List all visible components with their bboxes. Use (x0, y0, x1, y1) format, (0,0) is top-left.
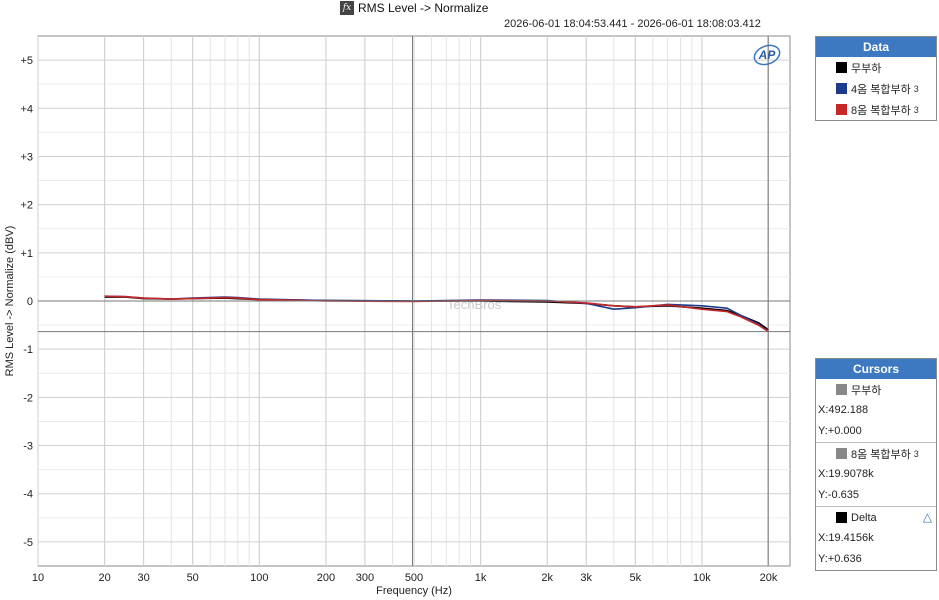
legend-item[interactable]: 무부하 (816, 57, 936, 78)
x-tick-label: 50 (187, 572, 199, 584)
cursor-2-name: 8옴 복합부하 3 (816, 443, 936, 464)
chart-title-bar: fx RMS Level -> Normalize (340, 0, 488, 16)
y-tick-label: +2 (20, 200, 33, 212)
y-tick-label: -1 (23, 344, 33, 356)
legend-swatch (836, 62, 847, 73)
chart-title: RMS Level -> Normalize (358, 1, 489, 15)
y-tick-label: 0 (27, 296, 33, 308)
x-tick-label: 20k (760, 572, 778, 584)
timestamp: 2026-06-01 18:04:53.441 - 2026-06-01 18:… (504, 18, 761, 30)
legend-swatch (836, 83, 847, 94)
x-tick-label: 3k (580, 572, 592, 584)
chart-svg: +5 +4 +3 +2 +1 0 -1 -2 -3 -4 -5 10 20 30 50 100 200 300 50… (4, 35, 791, 597)
y-tick-label: -2 (23, 392, 33, 404)
cursors-header[interactable]: Cursors (816, 359, 936, 379)
y-axis-label: RMS Level -> Normalize (dBV) (4, 226, 16, 377)
x-tick-label: 2k (541, 572, 553, 584)
x-tick-label: 10 (32, 572, 44, 584)
delta-group[interactable]: Delta △ X:19.4156k Y:+0.636 (816, 506, 936, 570)
legend-sup: 3 (913, 83, 919, 94)
cursor-2-x: X:19.9078k (818, 468, 874, 480)
cursor-2-group[interactable]: 8옴 복합부하 3 X:19.9078k Y:-0.635 (816, 442, 936, 506)
cursor-2-y: Y:-0.635 (818, 489, 859, 501)
x-tick-label: 200 (317, 572, 335, 584)
delta-triangle-icon[interactable]: △ (923, 510, 932, 524)
function-icon[interactable]: fx (340, 1, 354, 15)
legend-item[interactable]: 8옴 복합부하 3 (816, 99, 936, 120)
cursor-1-y: Y:+0.000 (818, 425, 862, 437)
legend-label: 무부하 (851, 62, 882, 75)
x-tick-label: 300 (356, 572, 374, 584)
legend-sup: 3 (913, 104, 919, 115)
y-tick-label: +5 (20, 55, 33, 67)
ap-logo-text: AP (758, 48, 777, 62)
watermark: TechBros (447, 297, 502, 312)
delta-x: X:19.4156k (818, 532, 874, 544)
y-tick-label: -5 (23, 537, 33, 549)
data-legend-header[interactable]: Data (816, 37, 936, 57)
cursor-1-swatch (836, 384, 847, 395)
cursors-panel: Cursors 무부하 X:492.188 Y:+0.000 8옴 복합부하 3… (815, 358, 937, 571)
x-tick-label: 1k (475, 572, 487, 584)
x-tick-label: 10k (693, 572, 711, 584)
delta-y: Y:+0.636 (818, 553, 862, 565)
cursor-1-name: 무부하 (816, 379, 936, 400)
y-tick-label: +1 (20, 248, 33, 260)
y-tick-label: +4 (20, 103, 33, 115)
legend-label: 8옴 복합부하 (851, 104, 911, 117)
x-tick-label: 20 (98, 572, 110, 584)
delta-name: Delta △ (816, 507, 936, 528)
cursor-2-swatch (836, 448, 847, 459)
y-tick-label: +3 (20, 151, 33, 163)
legend-swatch (836, 104, 847, 115)
ap-logo-icon: AP (753, 44, 781, 66)
x-tick-label: 30 (137, 572, 149, 584)
delta-swatch (836, 512, 847, 523)
x-tick-label: 500 (405, 572, 423, 584)
y-tick-label: -4 (23, 489, 33, 501)
x-tick-label: 5k (629, 572, 641, 584)
cursor-1-group[interactable]: 무부하 X:492.188 Y:+0.000 (816, 379, 936, 442)
cursor-1-x: X:492.188 (818, 404, 869, 416)
y-tick-label: -3 (23, 441, 33, 453)
x-tick-label: 100 (250, 572, 268, 584)
x-axis-label: Frequency (Hz) (376, 585, 452, 597)
data-legend-panel: Data 무부하 4옴 복합부하 3 8옴 복합부하 3 (815, 36, 937, 121)
legend-item[interactable]: 4옴 복합부하 3 (816, 78, 936, 99)
legend-label: 4옴 복합부하 (851, 83, 911, 96)
